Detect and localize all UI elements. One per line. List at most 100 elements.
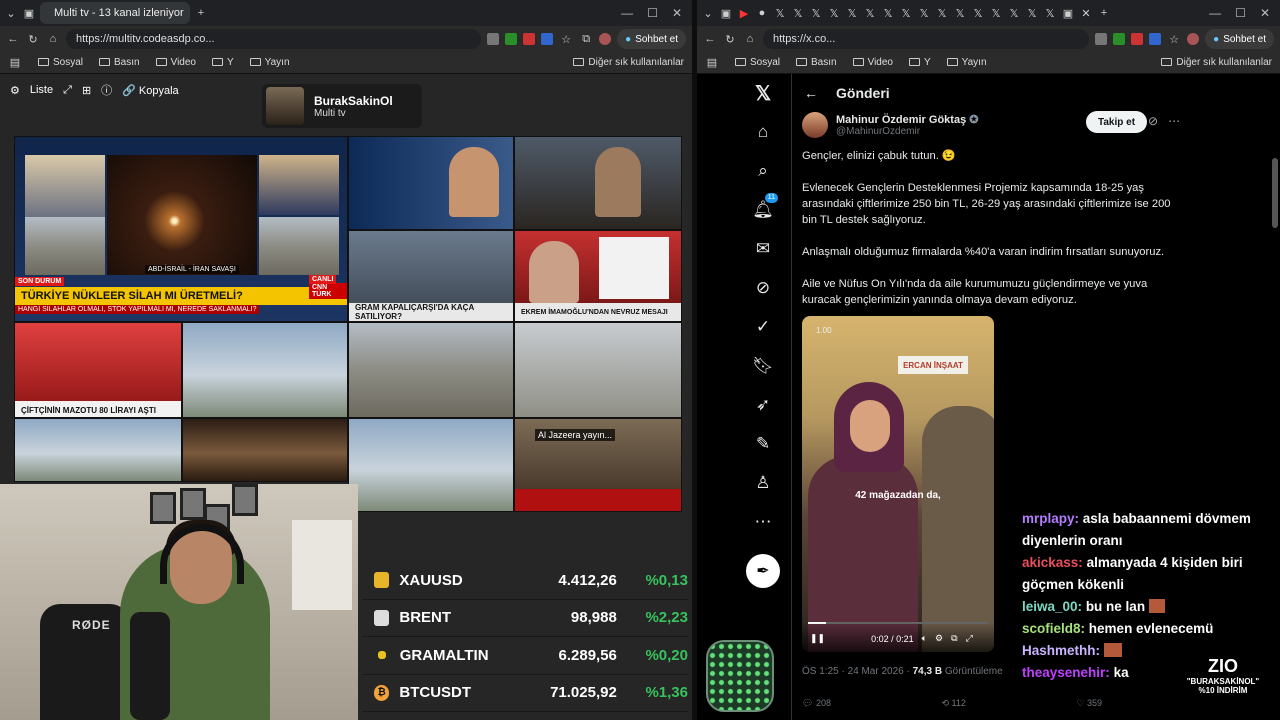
extension-icon[interactable]	[487, 33, 500, 45]
profile-avatar[interactable]	[599, 33, 612, 45]
bookmark-folder[interactable]: Yayın	[249, 57, 290, 68]
x-tab-icon[interactable]: 𝕏	[863, 6, 877, 20]
copy-link-button[interactable]: 🔗 Kopyala	[122, 84, 179, 97]
scrollbar[interactable]	[1272, 158, 1278, 228]
tv-tile-cnn[interactable]: ABD-İSRAİL - İRAN SAVAŞI SON DURUM TÜRKİ…	[14, 136, 348, 322]
maximize-icon[interactable]: ☐	[1235, 6, 1246, 20]
bookmark-menu-icon[interactable]: ▤	[705, 56, 719, 70]
tv-tile-farm[interactable]: ÇİFTÇİNİN MAZOTU 80 LİRAYI AŞTI	[14, 322, 182, 418]
bookmark-folder[interactable]: Y	[909, 57, 931, 68]
extension-icon[interactable]	[1131, 33, 1144, 45]
bookmark-folder[interactable]: Video	[852, 57, 893, 68]
info-icon[interactable]: ⓘ	[101, 82, 112, 98]
bookmark-folder[interactable]: Video	[155, 57, 196, 68]
extension-icon[interactable]	[523, 33, 536, 45]
bookmark-folder[interactable]: Basın	[99, 57, 140, 68]
minimize-icon[interactable]: —	[621, 6, 633, 20]
tab-actions-icon[interactable]: ⌄	[701, 6, 715, 20]
messages-icon[interactable]: ✉	[750, 236, 776, 262]
workspaces-icon[interactable]: ▣	[22, 6, 36, 20]
search-icon[interactable]: ⌕	[750, 158, 776, 184]
articles-icon[interactable]: ✎	[750, 431, 776, 457]
list-button[interactable]: Liste	[30, 84, 53, 96]
verified-icon[interactable]: ✓	[750, 314, 776, 340]
author-name[interactable]: Mahinur Özdemir Göktaş ✪	[836, 113, 978, 126]
like-button[interactable]: ♡ 359	[1076, 698, 1102, 709]
layout-icon[interactable]: ⊞	[82, 84, 91, 97]
volume-icon[interactable]: 🔈︎	[922, 633, 927, 644]
avatar[interactable]	[802, 112, 828, 138]
refresh-icon[interactable]: ↻	[723, 32, 737, 46]
copilot-chat-button[interactable]: ● Sohbet et	[1205, 29, 1274, 49]
tv-tile-imamoglu[interactable]: EKREM İMAMOĞLU'NDAN NEVRUZ MESAJI	[514, 230, 682, 322]
tv-tile-telaviv[interactable]	[348, 322, 514, 418]
x-tab-icon[interactable]: 𝕏	[827, 6, 841, 20]
x-tab-icon[interactable]: 𝕏	[845, 6, 859, 20]
new-tab-icon[interactable]: +	[1097, 6, 1111, 20]
bookmark-folder[interactable]: Yayın	[946, 57, 987, 68]
new-tab-icon[interactable]: +	[194, 6, 208, 20]
extension-icon[interactable]	[505, 33, 518, 45]
back-icon[interactable]: ←	[6, 32, 20, 46]
more-options-icon[interactable]: ⋯	[1168, 114, 1180, 128]
tv-tile-tehran[interactable]	[514, 322, 682, 418]
bookmark-folder[interactable]: Sosyal	[38, 57, 83, 68]
tab-actions-icon[interactable]: ⌄	[4, 6, 18, 20]
x-tab-icon[interactable]: 𝕏	[1007, 6, 1021, 20]
bookmark-folder[interactable]: Basın	[796, 57, 837, 68]
x-tab-icon[interactable]: 𝕏	[1025, 6, 1039, 20]
settings-icon[interactable]: ⚙	[935, 633, 943, 644]
minimize-icon[interactable]: —	[1209, 6, 1221, 20]
profile-icon[interactable]: ♙	[750, 470, 776, 496]
tv-tile-tv100[interactable]	[348, 136, 514, 230]
x-tab-icon[interactable]: 𝕏	[917, 6, 931, 20]
x-tab-icon[interactable]: 𝕏	[971, 6, 985, 20]
post-timestamp[interactable]: ÖS 1:25 · 24 Mar 2026 ·	[802, 666, 913, 677]
tv-tile-bridge[interactable]	[348, 418, 514, 512]
x-tab-icon[interactable]: 𝕏	[881, 6, 895, 20]
bookmark-folder[interactable]: Y	[212, 57, 234, 68]
bookmark-menu-icon[interactable]: ▤	[8, 56, 22, 70]
fullscreen-icon[interactable]: ⤢	[63, 84, 72, 97]
profile-avatar[interactable]	[1187, 33, 1200, 45]
grok-icon[interactable]: ⊘	[750, 275, 776, 301]
close-window-icon[interactable]: ✕	[672, 6, 682, 20]
follow-button[interactable]: Takip et	[1086, 111, 1148, 133]
x-tab-icon[interactable]: 𝕏	[935, 6, 949, 20]
notifications-icon[interactable]: 🔔︎ 11	[750, 193, 778, 223]
rocket-icon[interactable]: ➶	[750, 392, 776, 418]
extension-icon[interactable]	[541, 33, 554, 45]
tv-tile-studio[interactable]	[514, 136, 682, 230]
close-tab-icon[interactable]: ✕	[1079, 6, 1093, 20]
back-arrow-icon[interactable]: ←	[804, 85, 818, 101]
youtube-tab-icon[interactable]: ▶	[737, 6, 751, 20]
tv-tile-interview[interactable]	[182, 418, 348, 482]
compose-post-button[interactable]: ✒	[746, 554, 780, 588]
repost-button[interactable]: ⟲ 112	[941, 698, 965, 709]
other-bookmarks[interactable]: Diğer sık kullanılanlar	[1161, 57, 1272, 68]
settings-icon[interactable]: ⚙	[10, 84, 20, 97]
active-tab-icon[interactable]: ▣	[1061, 6, 1075, 20]
favorites-icon[interactable]: ☆	[559, 32, 573, 46]
x-tab-icon[interactable]: 𝕏	[791, 6, 805, 20]
url-field[interactable]: https://x.co...	[763, 29, 1090, 49]
fullscreen-icon[interactable]: ⤢	[966, 633, 973, 644]
x-tab-icon[interactable]: 𝕏	[1043, 6, 1057, 20]
back-icon[interactable]: ←	[703, 32, 717, 46]
url-field[interactable]: https://multitv.codeasdp.co...	[66, 29, 482, 49]
refresh-icon[interactable]: ↻	[26, 32, 40, 46]
home-icon[interactable]: ⌂	[46, 32, 60, 46]
x-tab-icon[interactable]: 𝕏	[809, 6, 823, 20]
collections-icon[interactable]: ⧉	[579, 32, 593, 46]
extension-icon[interactable]	[1095, 33, 1108, 45]
x-tab-icon[interactable]: 𝕏	[773, 6, 787, 20]
bookmark-folder[interactable]: Sosyal	[735, 57, 780, 68]
tv-tile-aljazeera[interactable]: Al Jazeera yayın...	[514, 418, 682, 512]
x-tab-icon[interactable]: 𝕏	[989, 6, 1003, 20]
copilot-chat-button[interactable]: ● Sohbet et	[617, 29, 686, 49]
home-icon[interactable]: ⌂	[743, 32, 757, 46]
tab-icon[interactable]: ●	[755, 6, 769, 20]
pause-icon[interactable]: ❚❚	[810, 633, 825, 644]
tv-tile-market[interactable]: GRAM KAPALIÇARŞI'DA KAÇA SATILIYOR?	[348, 230, 514, 322]
tab-multitv[interactable]: Multi tv - 13 kanal izleniyor ✕	[40, 2, 190, 24]
